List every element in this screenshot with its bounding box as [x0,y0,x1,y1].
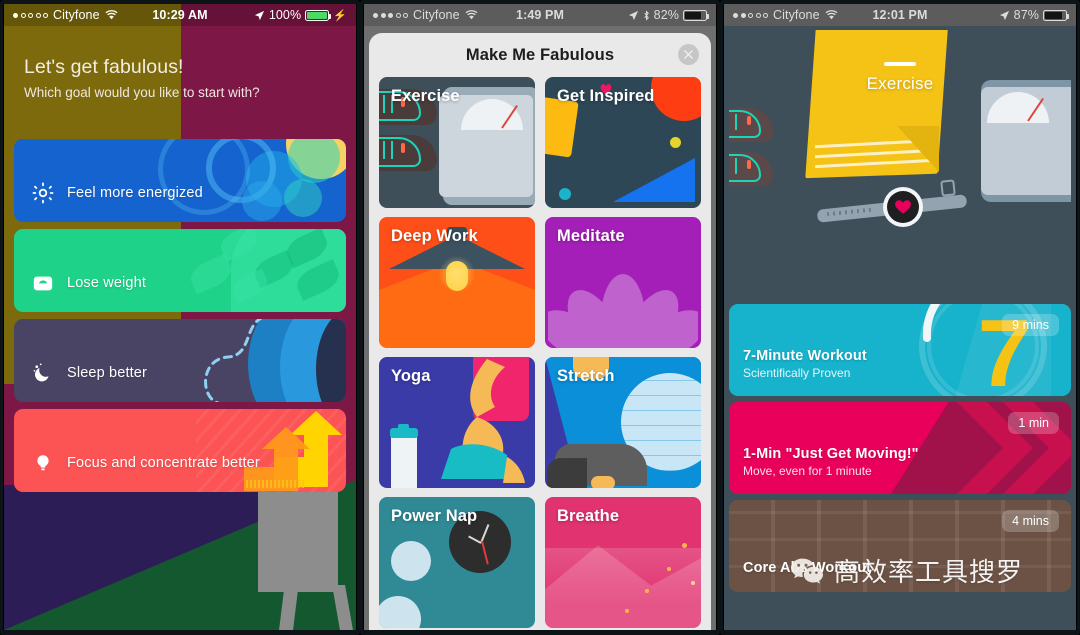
location-arrow-icon [254,10,264,20]
tile-label: Stretch [557,367,615,385]
page-subtitle: Which goal would you like to start with? [24,85,260,100]
workout-subtitle: Move, even for 1 minute [743,464,872,478]
phone-catalog-screen: Cityfone 1:49 PM 82% Make Me Fabulous Ex… [364,4,716,630]
exercise-hero-artwork [729,30,1071,298]
sheet-grabber-handle[interactable] [884,62,916,66]
duration-badge: 1 min [1008,412,1059,434]
status-bar: Cityfone 1:49 PM 82% [364,4,716,26]
lightbulb-icon [32,452,54,474]
tile-label: Deep Work [391,227,478,245]
charging-bolt-icon: ⚡ [333,9,347,22]
tile-label: Breathe [557,507,620,525]
tile-exercise[interactable]: Exercise [379,77,535,208]
moon-icon [32,362,54,384]
battery-icon [1043,9,1069,21]
goal-card-sleep-better[interactable]: Sleep better [14,319,346,402]
phone-goals-screen: Cityfone 10:29 AM 100% ⚡ Let's get fabul… [4,4,356,630]
wechat-icon [790,557,824,585]
activity-tile-grid: Exercise Get Inspired Deep Work Meditate… [369,77,711,628]
status-bar: Cityfone 12:01 PM 87% [724,4,1076,26]
tile-get-inspired[interactable]: Get Inspired [545,77,701,208]
bluetooth-icon [644,9,649,21]
workout-title: 1-Min "Just Get Moving!" [743,446,919,462]
tile-label: Get Inspired [557,87,655,105]
duration-badge: 9 mins [1002,314,1059,336]
tile-label: Yoga [391,367,431,385]
tile-meditate[interactable]: Meditate [545,217,701,348]
location-arrow-icon [628,10,638,20]
goal-card-list: Feel more energized Lose weight Sleep be… [14,139,346,499]
location-arrow-icon [999,10,1009,20]
scale-icon [32,272,54,294]
battery-percent-label: 82% [653,8,679,22]
phone-catalog: Cityfone 1:49 PM 82% Make Me Fabulous Ex… [360,0,720,635]
battery-percent-label: 87% [1013,8,1039,22]
tile-label: Meditate [557,227,625,245]
close-icon[interactable] [678,44,699,65]
make-me-fabulous-sheet: Make Me Fabulous Exercise Get Inspired D… [369,33,711,630]
phone-goals: Cityfone 10:29 AM 100% ⚡ Let's get fabul… [0,0,360,635]
phone-exercise: Cityfone 12:01 PM 87% Exercise 7 9 mins … [720,0,1080,635]
goals-header: Let's get fabulous! Which goal would you… [24,56,336,100]
workout-title: 7-Minute Workout [743,348,867,364]
exercise-hero-header: Exercise [729,30,1071,298]
goal-card-feel-more-energized[interactable]: Feel more energized [14,139,346,222]
tile-breathe[interactable]: Breathe [545,497,701,628]
watermark-text: 高效率工具搜罗 [834,558,1024,588]
tile-deep-work[interactable]: Deep Work [379,217,535,348]
battery-percent-label: 100% [268,8,302,22]
phone-exercise-screen: Cityfone 12:01 PM 87% Exercise 7 9 mins … [724,4,1076,630]
tile-label: Power Nap [391,507,478,525]
battery-icon [305,9,332,21]
workout-card-1-min-just-get-moving[interactable]: 1 min 1-Min "Just Get Moving!" Move, eve… [729,402,1071,494]
sheet-title: Make Me Fabulous [465,45,615,64]
sheet-header: Make Me Fabulous [369,33,711,77]
sun-icon [32,182,54,204]
duration-badge: 4 mins [1002,510,1059,532]
goal-card-focus-and-concentrate-better[interactable]: Focus and concentrate better [14,409,346,492]
workout-subtitle: Scientifically Proven [743,366,851,380]
status-bar: Cityfone 10:29 AM 100% ⚡ [4,4,356,26]
goal-label: Feel more energized [67,185,203,201]
page-title: Let's get fabulous! [24,56,184,78]
hero-title: Exercise [866,74,934,93]
three-phone-screenshot-strip: Cityfone 10:29 AM 100% ⚡ Let's get fabul… [0,0,1080,635]
tile-label: Exercise [391,87,460,105]
goal-card-lose-weight[interactable]: Lose weight [14,229,346,312]
tile-yoga[interactable]: Yoga [379,357,535,488]
tile-power-nap[interactable]: Power Nap [379,497,535,628]
tile-stretch[interactable]: Stretch [545,357,701,488]
goal-label: Lose weight [67,275,147,291]
goal-label: Focus and concentrate better [67,455,260,471]
battery-icon [683,9,709,21]
workout-card-7-minute-workout[interactable]: 7 9 mins 7-Minute Workout Scientifically… [729,304,1071,396]
wechat-watermark: 高效率工具搜罗 [790,552,1023,589]
goal-label: Sleep better [67,365,147,381]
